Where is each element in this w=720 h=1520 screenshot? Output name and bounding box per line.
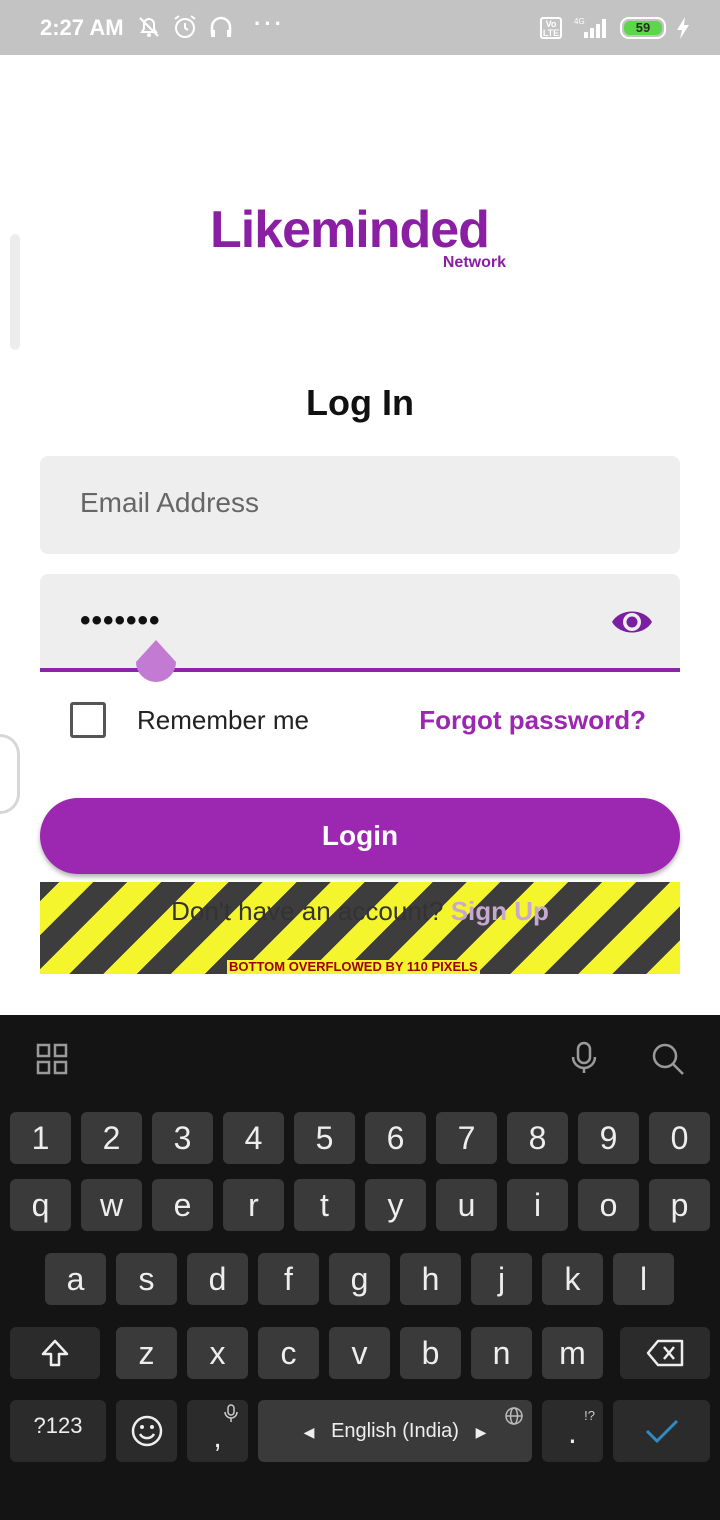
login-button[interactable]: Login [40, 798, 680, 874]
key-u[interactable]: u [436, 1179, 497, 1231]
key-j[interactable]: j [471, 1253, 532, 1305]
alarm-icon [174, 15, 196, 38]
key-f[interactable]: f [258, 1253, 319, 1305]
space-left-arrow-icon: ◀ [303, 1424, 315, 1440]
key-8[interactable]: 8 [507, 1112, 568, 1164]
key-d[interactable]: d [187, 1253, 248, 1305]
done-key[interactable] [613, 1400, 710, 1462]
email-placeholder: Email Address [80, 487, 259, 518]
more-notifications-icon: ··· [254, 11, 285, 36]
key-6[interactable]: 6 [365, 1112, 426, 1164]
signal-icon: 4G [574, 17, 606, 38]
key-1[interactable]: 1 [10, 1112, 71, 1164]
keyboard-apps-grid-icon[interactable] [36, 1043, 68, 1075]
password-value: ••••••• [80, 604, 161, 637]
checkmark-icon [645, 1419, 678, 1444]
period-key[interactable]: !?. [542, 1400, 603, 1462]
signup-row: Don't have an account? Sign Up [40, 896, 680, 927]
logo-wordmark: Likeminded [210, 201, 490, 259]
microphone-icon[interactable] [568, 1041, 600, 1075]
charging-icon [677, 17, 689, 39]
overflow-warning-area: Don't have an account? Sign Up BOTTOM OV… [40, 882, 680, 974]
status-time: 2:27 AM [40, 15, 124, 40]
remember-me-label[interactable]: Remember me [137, 705, 309, 736]
page-title: Log In [306, 382, 414, 423]
key-o[interactable]: o [578, 1179, 639, 1231]
key-h[interactable]: h [400, 1253, 461, 1305]
key-v[interactable]: v [329, 1327, 390, 1379]
emoji-key[interactable] [116, 1400, 177, 1462]
key-n[interactable]: n [471, 1327, 532, 1379]
space-key[interactable]: ◀ English (India) ▶ [258, 1400, 532, 1462]
remember-me-checkbox[interactable] [70, 702, 106, 738]
key-k[interactable]: k [542, 1253, 603, 1305]
status-bar: 2:27 AM ··· Vo LTE 4G 59 [0, 0, 720, 55]
search-icon[interactable] [650, 1041, 686, 1077]
key-l[interactable]: l [613, 1253, 674, 1305]
key-4[interactable]: 4 [223, 1112, 284, 1164]
show-password-eye-icon[interactable] [610, 606, 654, 638]
comma-key[interactable]: , [187, 1400, 248, 1462]
backspace-key[interactable] [620, 1327, 710, 1379]
shift-key[interactable] [10, 1327, 100, 1379]
key-r[interactable]: r [223, 1179, 284, 1231]
key-0[interactable]: 0 [649, 1112, 710, 1164]
key-z[interactable]: z [116, 1327, 177, 1379]
key-s[interactable]: s [116, 1253, 177, 1305]
keyboard-toolbar [0, 1015, 720, 1101]
key-i[interactable]: i [507, 1179, 568, 1231]
edge-panel-handle[interactable] [10, 234, 20, 350]
space-label: English (India) [331, 1420, 459, 1442]
key-e[interactable]: e [152, 1179, 213, 1231]
period-label: . [568, 1414, 577, 1450]
key-5[interactable]: 5 [294, 1112, 355, 1164]
emoji-icon [131, 1415, 162, 1447]
shift-arrow-icon [41, 1339, 69, 1367]
key-b[interactable]: b [400, 1327, 461, 1379]
key-x[interactable]: x [187, 1327, 248, 1379]
symbols-key[interactable]: ?123 [10, 1400, 106, 1462]
globe-icon [505, 1407, 523, 1425]
key-q[interactable]: q [10, 1179, 71, 1231]
logo-subtitle: Network [442, 254, 506, 271]
comma-label: , [213, 1421, 222, 1454]
key-9[interactable]: 9 [578, 1112, 639, 1164]
key-2[interactable]: 2 [81, 1112, 142, 1164]
side-gesture-handle[interactable] [0, 734, 20, 814]
email-field[interactable]: Email Address [40, 456, 680, 554]
backspace-icon [646, 1339, 684, 1367]
signup-link[interactable]: Sign Up [451, 896, 549, 926]
key-7[interactable]: 7 [436, 1112, 497, 1164]
key-c[interactable]: c [258, 1327, 319, 1379]
forgot-password-link[interactable]: Forgot password? [419, 705, 646, 736]
key-y[interactable]: y [365, 1179, 426, 1231]
volte-icon: Vo LTE [540, 17, 562, 39]
app-logo: Likeminded Network [210, 200, 510, 280]
headset-icon [210, 16, 232, 37]
signup-prompt: Don't have an account? [171, 896, 444, 926]
key-w[interactable]: w [81, 1179, 142, 1231]
soft-keyboard: 1 2 3 4 5 6 7 8 9 0 q w e r t y u i o p a s d f g h j k l z x c v b n m ?123… [0, 1015, 720, 1520]
svg-text:4G: 4G [574, 17, 585, 26]
key-3[interactable]: 3 [152, 1112, 213, 1164]
key-t[interactable]: t [294, 1179, 355, 1231]
key-a[interactable]: a [45, 1253, 106, 1305]
key-m[interactable]: m [542, 1327, 603, 1379]
battery-icon: 59 [620, 17, 666, 39]
overflow-message: BOTTOM OVERFLOWED BY 110 PIXELS [227, 959, 480, 974]
text-cursor-handle[interactable] [134, 640, 178, 694]
key-p[interactable]: p [649, 1179, 710, 1231]
muted-bell-icon [139, 17, 159, 37]
key-g[interactable]: g [329, 1253, 390, 1305]
space-right-arrow-icon: ▶ [475, 1424, 487, 1440]
